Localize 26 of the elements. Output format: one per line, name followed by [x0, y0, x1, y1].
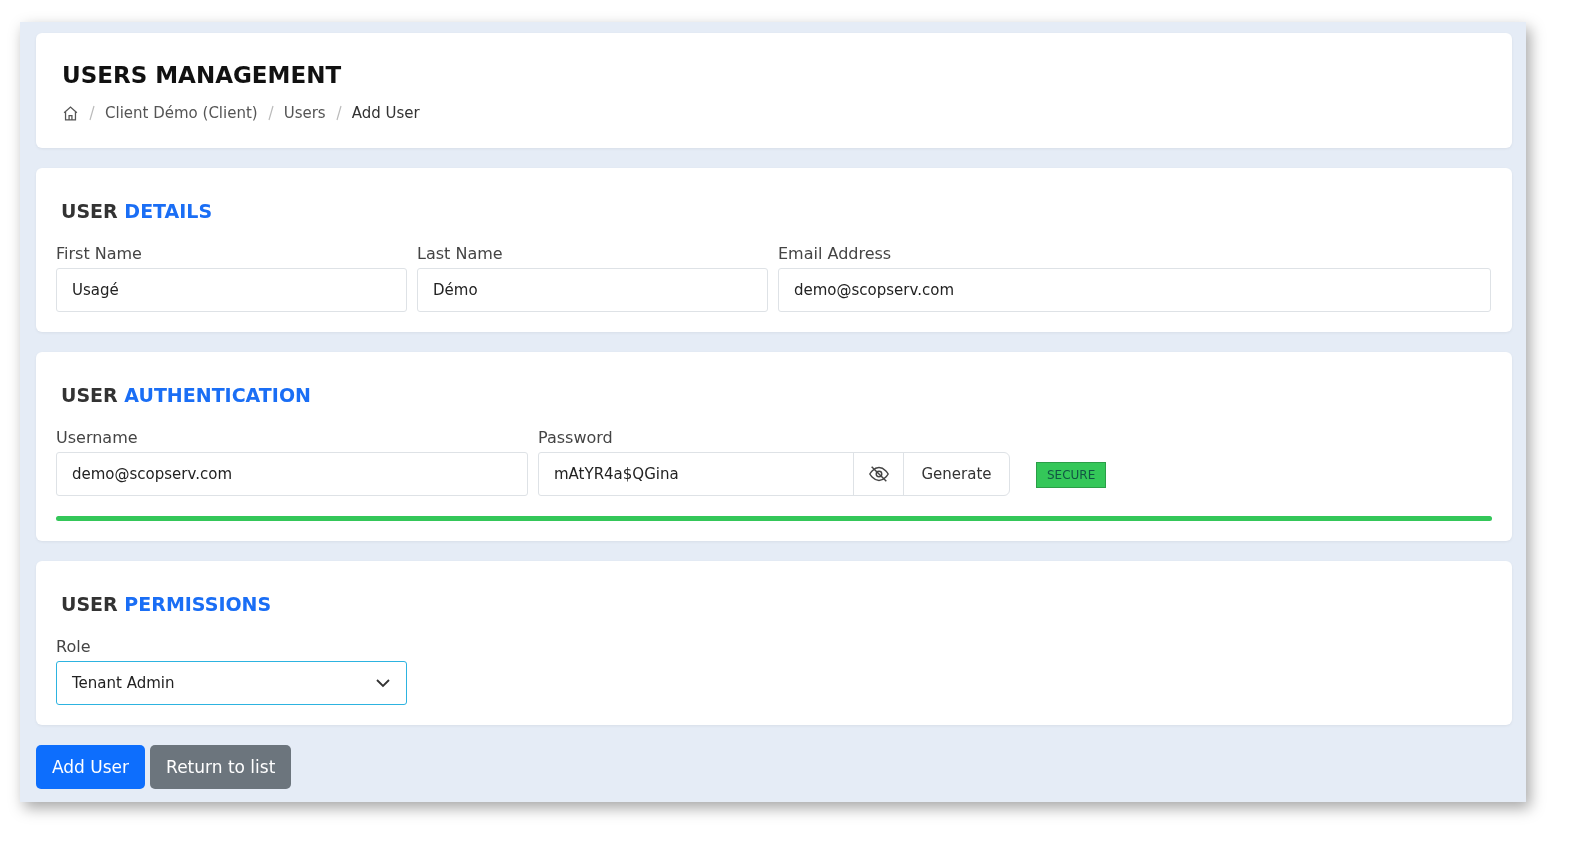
section-title: USER DETAILS [61, 199, 214, 222]
separator-icon [267, 105, 274, 121]
home-icon[interactable] [62, 104, 79, 122]
field-label: Last Name [417, 244, 503, 263]
input-field[interactable]: Usagé [56, 268, 407, 312]
generate-button[interactable]: Generate [903, 453, 1009, 495]
field-label: Password [538, 428, 613, 447]
return-button[interactable]: Return to list [150, 745, 292, 789]
separator-icon [89, 105, 95, 121]
breadcrumb-link[interactable]: Client Démo (Client) [105, 104, 258, 122]
separator-icon [335, 105, 342, 121]
page-title: USERS MANAGEMENT [62, 62, 343, 88]
section-title: USER AUTHENTICATION [61, 383, 312, 406]
field-label: First Name [56, 244, 142, 263]
input-field[interactable]: demo@scopserv.com [778, 268, 1491, 312]
input-field[interactable]: Démo [417, 268, 768, 312]
input-field[interactable]: demo@scopserv.com [56, 452, 528, 496]
field-label: Email Address [778, 244, 892, 263]
field-label: Role [56, 637, 91, 656]
role-dropdown[interactable]: Tenant Admin [56, 661, 407, 705]
field-label: Username [56, 428, 138, 447]
breadcrumb-link[interactable]: Users [283, 104, 326, 122]
section-title: USER PERMISSIONS [61, 592, 273, 615]
strength-badge: SECURE [1036, 462, 1107, 488]
password-field[interactable]: mAtYR4a$QGina Generate [538, 452, 1010, 496]
add-user-button[interactable]: Add User [36, 745, 146, 789]
